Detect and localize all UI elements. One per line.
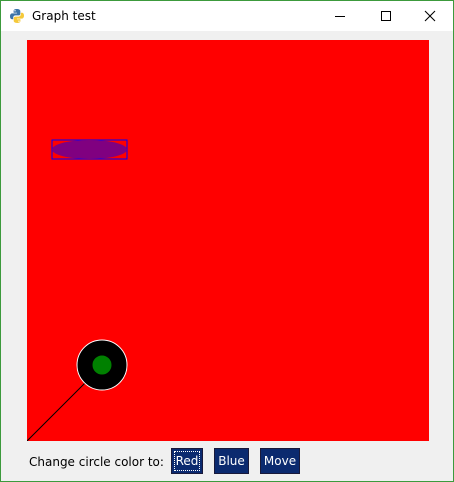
purple-ellipse[interactable] bbox=[52, 140, 127, 159]
change-color-label: Change circle color to: bbox=[29, 455, 164, 469]
drawing-canvas[interactable] bbox=[27, 40, 429, 441]
green-inner-circle bbox=[91, 354, 113, 376]
window-title: Graph test bbox=[32, 9, 96, 23]
red-button[interactable]: Red bbox=[171, 448, 203, 474]
python-logo-icon bbox=[9, 8, 25, 24]
close-icon bbox=[424, 10, 436, 22]
client-area: Change circle color to: Red Blue Move bbox=[1, 31, 453, 481]
minimize-icon bbox=[335, 16, 345, 17]
maximize-button[interactable] bbox=[363, 1, 409, 31]
blue-button[interactable]: Blue bbox=[214, 448, 249, 474]
minimize-button[interactable] bbox=[317, 1, 363, 31]
canvas-shapes bbox=[27, 139, 128, 441]
app-window: Graph test Change circle color to: Red B… bbox=[0, 0, 454, 482]
maximize-icon bbox=[381, 11, 391, 21]
title-bar[interactable]: Graph test bbox=[1, 1, 453, 31]
close-button[interactable] bbox=[407, 1, 453, 31]
controls-row: Change circle color to: Red Blue Move bbox=[1, 446, 453, 476]
move-button[interactable]: Move bbox=[260, 448, 300, 474]
